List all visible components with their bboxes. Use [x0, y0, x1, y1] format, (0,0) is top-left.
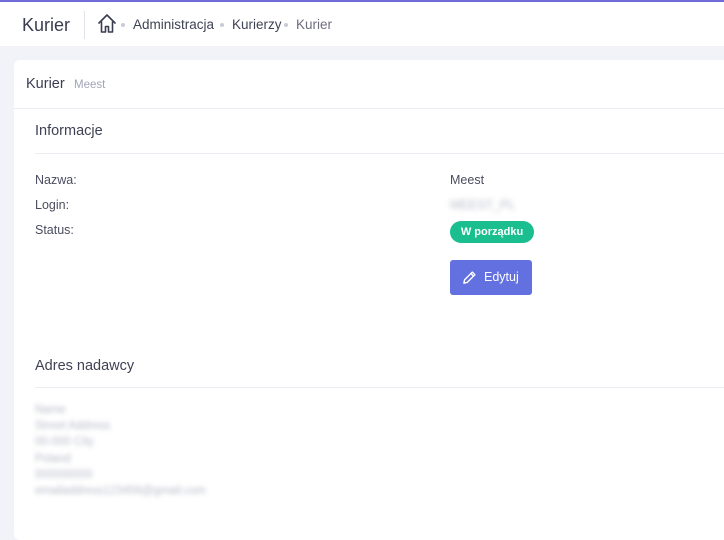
info-section-divider [35, 153, 724, 154]
home-icon[interactable] [97, 13, 117, 35]
address-section-title: Adres nadawcy [35, 358, 135, 374]
info-section-title: Informacje [35, 123, 103, 139]
field-label-status: Status: [35, 223, 74, 237]
card-header: Kurier Meest [14, 60, 724, 109]
top-bar: Kurier Administracja Kurierzy Kurier [0, 0, 724, 46]
breadcrumb-separator [284, 23, 288, 27]
field-value-login: MEEST_PL [450, 198, 516, 212]
breadcrumb-administracja[interactable]: Administracja [133, 17, 214, 32]
status-badge: W porządku [450, 221, 534, 243]
pencil-icon [463, 271, 476, 284]
field-label-name: Nazwa: [35, 173, 77, 187]
address-line: 000000000 [35, 469, 93, 481]
courier-card: Kurier Meest Informacje Nazwa: Meest Log… [14, 60, 724, 540]
breadcrumb-kurier: Kurier [296, 17, 333, 32]
address-line: Street Address [35, 420, 111, 432]
address-section-divider [35, 387, 724, 388]
field-label-login: Login: [35, 198, 70, 212]
title-divider [84, 11, 85, 39]
edit-button-label: Edytuj [484, 270, 519, 284]
card-subtitle: Meest [74, 79, 106, 91]
address-line: emailaddress123456@gmail.com [35, 485, 206, 497]
address-line: Poland [35, 453, 71, 465]
breadcrumb-separator [220, 23, 224, 27]
edit-button[interactable]: Edytuj [450, 260, 532, 295]
card-title: Kurier [26, 76, 65, 92]
address-line: Name [35, 404, 66, 416]
field-value-name: Meest [450, 173, 485, 187]
breadcrumb-separator [121, 23, 125, 27]
breadcrumb-kurierzy[interactable]: Kurierzy [232, 17, 282, 32]
app-title: Kurier [22, 15, 71, 35]
address-line: 00-000 City [35, 436, 94, 448]
